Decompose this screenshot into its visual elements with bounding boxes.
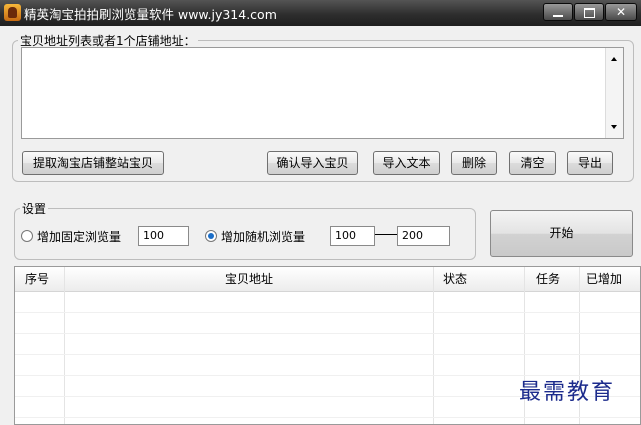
close-icon: ✕ bbox=[615, 5, 627, 19]
row-gridline bbox=[15, 312, 640, 313]
range-separator bbox=[375, 234, 397, 235]
start-button[interactable]: 开始 bbox=[490, 210, 633, 257]
import-text-button[interactable]: 导入文本 bbox=[373, 151, 440, 175]
address-list-scrollbar[interactable] bbox=[605, 48, 623, 138]
fixed-views-radio[interactable] bbox=[21, 230, 33, 242]
minimize-icon bbox=[553, 15, 563, 17]
column-header-address[interactable]: 宝贝地址 bbox=[225, 267, 273, 291]
settings-legend: 设置 bbox=[20, 200, 49, 217]
address-list-textarea[interactable] bbox=[21, 47, 624, 139]
export-button[interactable]: 导出 bbox=[567, 151, 613, 175]
random-min-input[interactable]: 100 bbox=[330, 226, 375, 246]
close-button[interactable]: ✕ bbox=[605, 3, 637, 21]
delete-button[interactable]: 删除 bbox=[451, 151, 497, 175]
column-divider bbox=[64, 267, 65, 424]
table-header: 序号 宝贝地址 状态 任务 已增加 bbox=[15, 267, 640, 292]
maximize-button[interactable] bbox=[574, 3, 604, 21]
window-title: 精英淘宝拍拍刷浏览量软件 www.jy314.com bbox=[24, 7, 277, 22]
maximize-icon bbox=[584, 8, 595, 18]
random-views-label[interactable]: 增加随机浏览量 bbox=[221, 228, 305, 245]
row-gridline bbox=[15, 417, 640, 418]
column-header-added[interactable]: 已增加 bbox=[586, 267, 622, 291]
minimize-button[interactable] bbox=[543, 3, 573, 21]
scroll-down-icon[interactable] bbox=[611, 125, 617, 129]
app-icon bbox=[4, 4, 21, 21]
column-header-status[interactable]: 状态 bbox=[443, 267, 467, 291]
extract-store-button[interactable]: 提取淘宝店铺整站宝贝 bbox=[22, 151, 164, 175]
confirm-import-button[interactable]: 确认导入宝贝 bbox=[267, 151, 358, 175]
row-gridline bbox=[15, 333, 640, 334]
random-max-input[interactable]: 200 bbox=[397, 226, 450, 246]
random-views-radio[interactable] bbox=[205, 230, 217, 242]
fixed-views-label[interactable]: 增加固定浏览量 bbox=[37, 228, 121, 245]
column-header-task[interactable]: 任务 bbox=[536, 267, 560, 291]
watermark-text: 最需教育 bbox=[519, 380, 616, 405]
column-header-index[interactable]: 序号 bbox=[25, 267, 49, 291]
scroll-up-icon[interactable] bbox=[611, 57, 617, 61]
column-divider bbox=[433, 267, 434, 424]
clear-button[interactable]: 清空 bbox=[509, 151, 556, 175]
fixed-views-input[interactable]: 100 bbox=[138, 226, 189, 246]
title-bar[interactable]: 精英淘宝拍拍刷浏览量软件 www.jy314.com ✕ bbox=[0, 0, 641, 26]
row-gridline bbox=[15, 354, 640, 355]
